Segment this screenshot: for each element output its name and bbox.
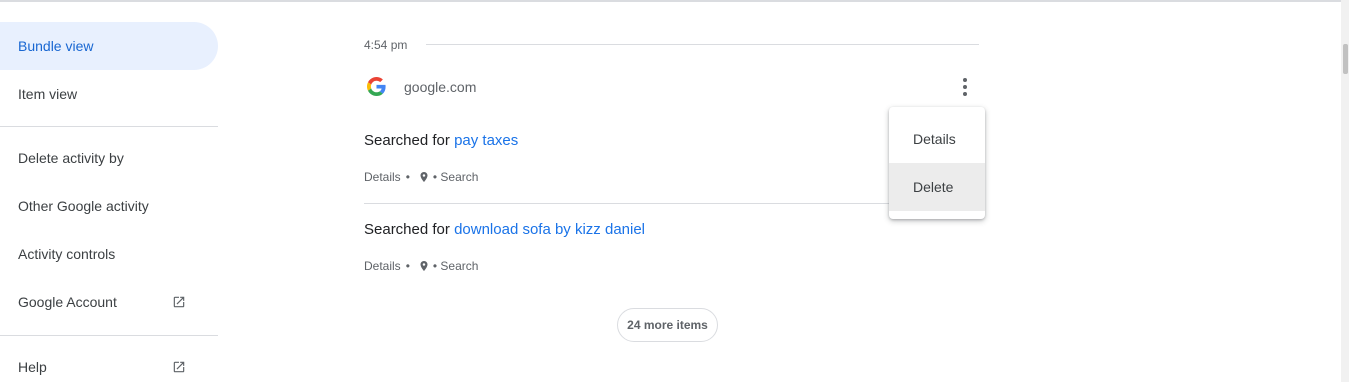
open-in-new-icon [173, 361, 185, 373]
details-link[interactable]: Details [364, 170, 401, 184]
search-query-link[interactable]: download sofa by kizz daniel [454, 221, 645, 238]
sidebar-item-activity-controls[interactable]: Activity controls [0, 230, 218, 278]
sidebar-item-label: Bundle view [18, 38, 94, 54]
sidebar-item-help[interactable]: Help [0, 343, 218, 391]
sidebar-item-label: Activity controls [18, 246, 116, 262]
activity-entry-meta: Details • • Search [364, 259, 478, 273]
sidebar-divider [0, 126, 218, 127]
menu-item-delete[interactable]: Delete [889, 163, 985, 211]
menu-item-label: Delete [913, 179, 954, 195]
google-logo-icon [367, 77, 386, 96]
sidebar-item-google-account[interactable]: Google Account [0, 278, 218, 326]
activity-entry-title: Searched for download sofa by kizz danie… [364, 221, 645, 238]
sidebar: Bundle view Item view Delete activity by… [0, 0, 218, 382]
bundle-time: 4:54 pm [364, 38, 408, 52]
activity-entry-meta: Details • • Search [364, 170, 478, 184]
product-label: • Search [432, 170, 479, 184]
sidebar-item-item-view[interactable]: Item view [0, 70, 218, 118]
sidebar-item-label: Delete activity by [18, 150, 124, 166]
sidebar-item-label: Google Account [18, 294, 117, 310]
entry-prefix: Searched for [364, 132, 455, 149]
sidebar-item-bundle-view[interactable]: Bundle view [0, 22, 218, 70]
menu-item-details[interactable]: Details [889, 115, 985, 163]
product-label: • Search [432, 259, 479, 273]
sidebar-divider [0, 335, 218, 336]
sidebar-item-delete-activity-by[interactable]: Delete activity by [0, 134, 218, 182]
meta-separator: • [405, 170, 410, 184]
time-divider [426, 44, 979, 45]
location-pin-icon [420, 172, 428, 182]
sidebar-item-other-google-activity[interactable]: Other Google activity [0, 182, 218, 230]
more-items-button[interactable]: 24 more items [617, 308, 718, 342]
search-query-link[interactable]: pay taxes [454, 132, 518, 149]
open-in-new-icon [173, 296, 185, 308]
sidebar-item-label: Help [18, 359, 47, 375]
more-options-icon[interactable] [953, 75, 977, 99]
entry-prefix: Searched for [364, 221, 455, 238]
activity-entry-title: Searched for pay taxes [364, 132, 518, 149]
bundle-site: google.com [404, 79, 477, 95]
sidebar-item-label: Other Google activity [18, 198, 149, 214]
scrollbar-thumb[interactable] [1343, 44, 1348, 74]
entry-divider [364, 203, 979, 204]
menu-item-label: Details [913, 131, 956, 147]
options-menu: Details Delete [889, 107, 985, 219]
sidebar-item-label: Item view [18, 86, 78, 102]
meta-separator: • [405, 259, 410, 273]
location-pin-icon [420, 261, 428, 271]
details-link[interactable]: Details [364, 259, 401, 273]
